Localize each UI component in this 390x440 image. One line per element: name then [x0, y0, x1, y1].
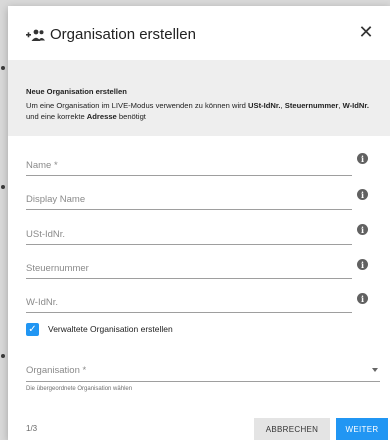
- name-input[interactable]: [26, 154, 352, 176]
- tax-number-input[interactable]: [26, 257, 352, 279]
- name-field: [26, 152, 352, 176]
- display-name-input[interactable]: [26, 188, 352, 210]
- tax-number-field: [26, 255, 352, 279]
- managed-organisation-checkbox[interactable]: ✓: [26, 322, 39, 336]
- step-indicator: 1/3: [26, 424, 38, 433]
- managed-organisation-label[interactable]: Verwaltete Organisation erstellen: [48, 324, 173, 334]
- info-icon[interactable]: i: [357, 189, 368, 200]
- backdrop-dot: [1, 354, 5, 358]
- organisation-select-placeholder: Organisation *: [26, 365, 87, 376]
- close-icon[interactable]: ✕: [356, 22, 376, 42]
- info-icon[interactable]: i: [357, 293, 368, 304]
- vat-id-field: [26, 221, 352, 245]
- info-icon[interactable]: i: [357, 153, 368, 164]
- managed-organisation-row: ✓ Verwaltete Organisation erstellen: [26, 322, 173, 336]
- info-banner: Neue Organisation erstellen Um eine Orga…: [8, 60, 390, 136]
- display-name-field: [26, 186, 352, 210]
- info-heading: Neue Organisation erstellen: [26, 87, 127, 96]
- backdrop-dot: [1, 66, 5, 70]
- w-id-input[interactable]: [26, 291, 352, 313]
- vat-id-input[interactable]: [26, 223, 352, 245]
- info-text: Um eine Organisation im LIVE-Modus verwe…: [26, 101, 370, 121]
- dialog-footer: 1/3 ABBRECHEN WEITER: [8, 418, 390, 440]
- w-id-field: [26, 289, 352, 313]
- next-button[interactable]: WEITER: [336, 418, 388, 440]
- organisation-select[interactable]: Organisation *: [26, 358, 380, 382]
- dialog-title: Organisation erstellen: [50, 26, 196, 43]
- dropdown-arrow-icon[interactable]: [372, 368, 378, 372]
- cancel-button[interactable]: ABBRECHEN: [254, 418, 330, 440]
- dialog-header: Organisation erstellen ✕: [8, 6, 390, 60]
- info-icon[interactable]: i: [357, 224, 368, 235]
- create-organisation-dialog: Organisation erstellen ✕ Neue Organisati…: [8, 6, 390, 440]
- add-group-icon: [26, 28, 46, 42]
- backdrop-dot: [1, 185, 5, 189]
- organisation-helper-text: Die übergeordnete Organisation wählen: [26, 386, 133, 392]
- info-icon[interactable]: i: [357, 259, 368, 270]
